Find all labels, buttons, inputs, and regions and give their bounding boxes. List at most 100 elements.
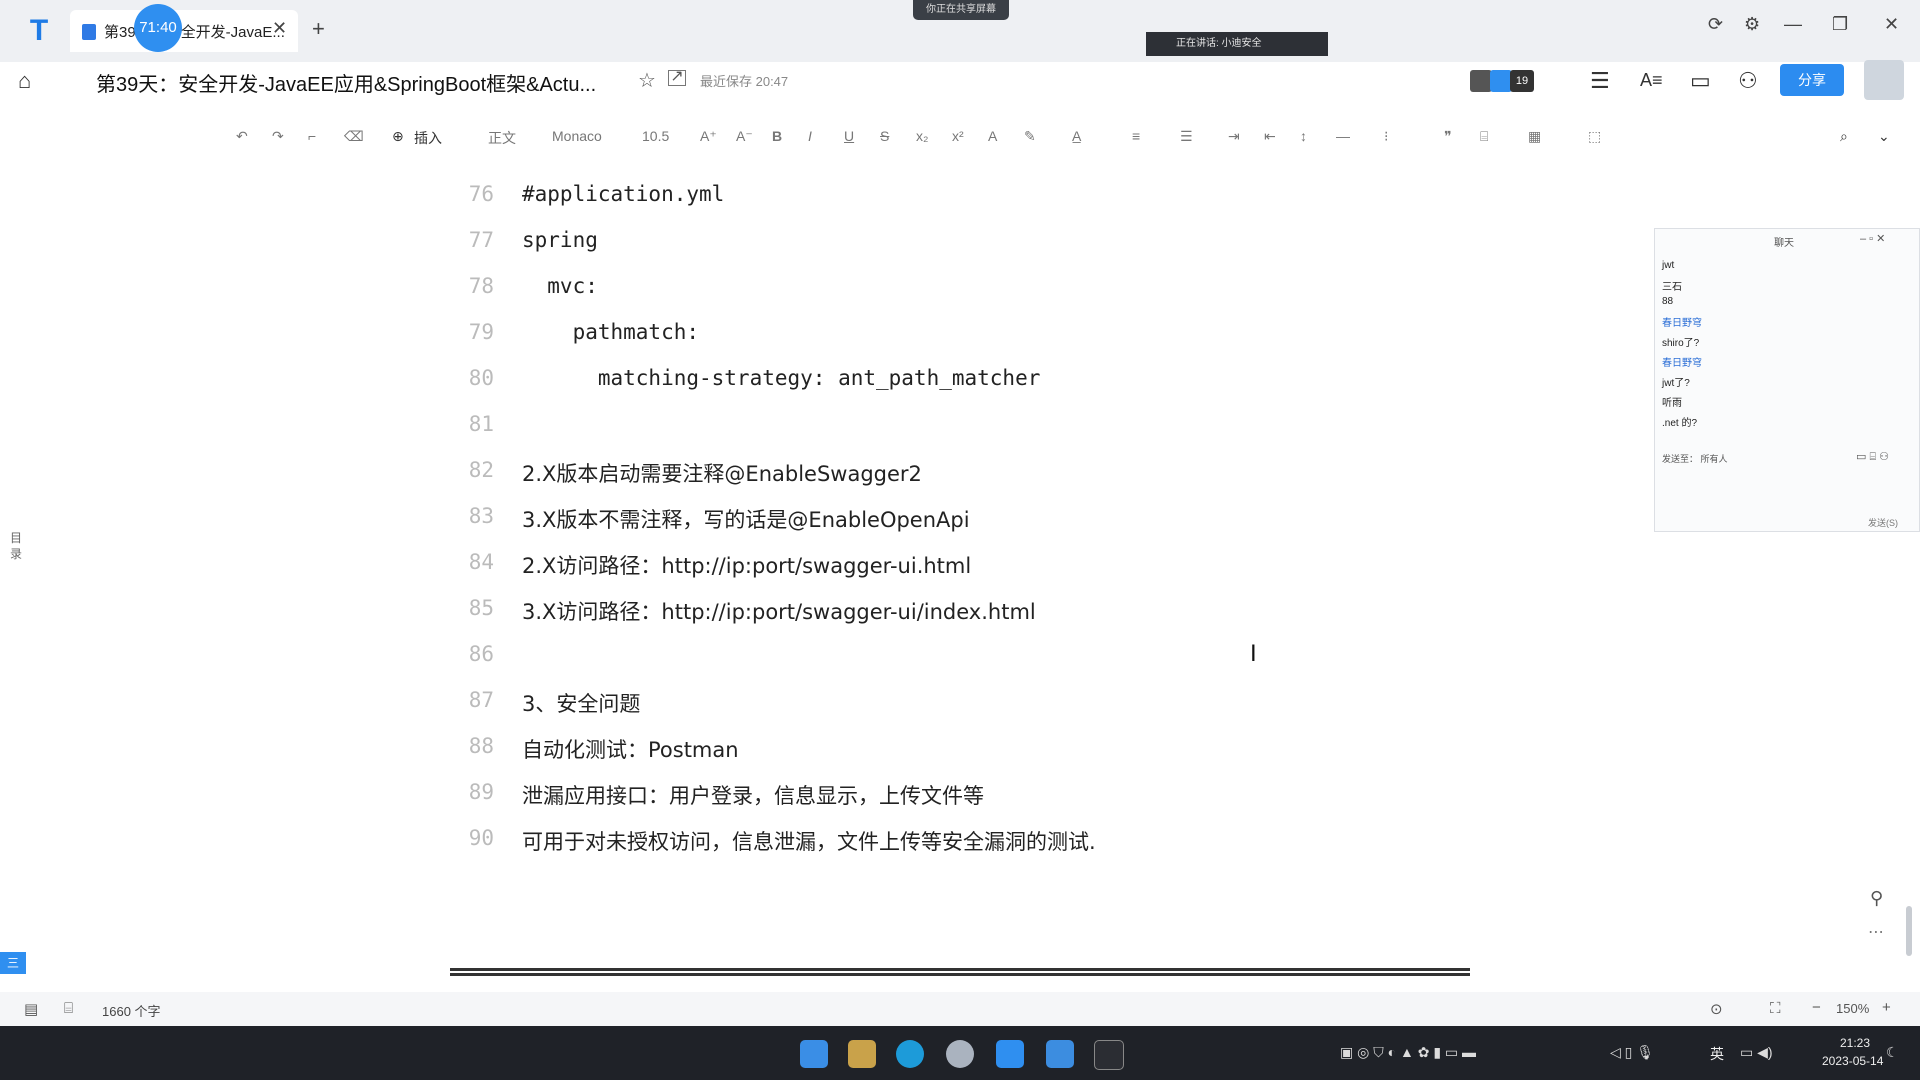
outline-label[interactable]: 目录 (10, 530, 26, 562)
word-count[interactable]: 1660 个字 (102, 1001, 161, 1020)
redo-icon[interactable]: ↷ (272, 128, 284, 145)
editor-line[interactable]: 3、安全问题 (522, 688, 640, 718)
outline-toggle-button[interactable]: 三 (0, 952, 26, 974)
star-icon[interactable]: ☆ (638, 68, 656, 93)
layout-icon[interactable]: ⌸ (64, 1000, 73, 1017)
location-icon[interactable]: ⊙ (1710, 1000, 1723, 1018)
format-painter-icon[interactable]: ⌐ (308, 128, 316, 144)
insert-button[interactable]: 插入 (414, 128, 442, 148)
editor-line[interactable]: pathmatch: (522, 320, 699, 344)
home-icon[interactable]: ⌂ (18, 68, 31, 94)
editor-line[interactable]: 泄漏应用接口：用户登录，信息显示，上传文件等 (522, 780, 984, 810)
collaborators[interactable]: 19 (1470, 68, 1536, 96)
recording-timer-badge[interactable]: 71:40 (134, 4, 182, 52)
line-spacing-icon[interactable]: ↕ (1300, 128, 1307, 144)
paragraph-style-select[interactable]: 正文 (488, 128, 516, 148)
new-tab-icon[interactable]: + (312, 16, 325, 42)
chat-window-controls[interactable]: – ▫ ✕ (1860, 232, 1885, 245)
move-folder-icon[interactable]: ↗ (668, 69, 686, 86)
highlight-icon[interactable]: ✎ (1024, 128, 1036, 145)
clock-time[interactable]: 21:23 (1840, 1036, 1870, 1050)
editor-line[interactable]: mvc: (522, 274, 598, 298)
maximize-button[interactable]: ❐ (1832, 14, 1848, 35)
decrease-font-icon[interactable]: A⁻ (736, 128, 753, 145)
sync-icon[interactable]: ⟳ (1708, 14, 1723, 35)
code-block-icon[interactable]: ⌸ (1480, 128, 1488, 145)
document-title[interactable]: 第39天：安全开发-JavaEE应用&SpringBoot框架&Actu... (96, 68, 596, 97)
meeting-app-icon[interactable] (1046, 1040, 1074, 1068)
text-color-icon[interactable]: A (988, 128, 997, 144)
superscript-icon[interactable]: x² (952, 128, 964, 144)
start-icon[interactable] (800, 1040, 828, 1068)
scrollbar[interactable] (1906, 906, 1912, 956)
zoom-level[interactable]: 150% (1836, 1001, 1869, 1016)
align-icon[interactable]: ≡ (1132, 128, 1140, 144)
increase-font-icon[interactable]: A⁺ (700, 128, 717, 145)
outdent-icon[interactable]: ⇤ (1264, 128, 1276, 145)
shirt-icon[interactable]: ⚲ (1870, 888, 1883, 909)
page-view-icon[interactable]: ▤ (24, 1000, 38, 1018)
editor-line[interactable]: 2.X访问路径：http://ip:port/swagger-ui.html (522, 550, 971, 580)
strikethrough-icon[interactable]: S (880, 128, 889, 144)
ordered-list-icon[interactable]: ⁝ (1384, 128, 1388, 145)
settings-icon[interactable]: ⚙ (1744, 14, 1760, 35)
font-family-select[interactable]: Monaco (552, 128, 602, 144)
edge-icon[interactable] (896, 1040, 924, 1068)
zoom-out-icon[interactable]: − (1812, 999, 1821, 1016)
browser-icon[interactable] (946, 1040, 974, 1068)
input-method-indicator[interactable]: 英 (1710, 1044, 1724, 1064)
more-icon[interactable]: ⋯ (1868, 922, 1884, 942)
undo-icon[interactable]: ↶ (236, 128, 248, 145)
zoom-in-icon[interactable]: + (1882, 999, 1891, 1016)
editor-line[interactable]: spring (522, 228, 598, 252)
more-tools-icon[interactable]: ⬚ (1588, 128, 1601, 145)
eraser-icon[interactable]: ⌫ (344, 128, 364, 145)
network-volume-icons[interactable]: ▭ ◀) (1740, 1044, 1773, 1061)
menu-icon[interactable]: ☰ (1590, 68, 1610, 94)
indent-icon[interactable]: ⇥ (1228, 128, 1240, 145)
avatar[interactable] (1864, 60, 1904, 100)
clock-date[interactable]: 2023-05-14 (1822, 1054, 1883, 1068)
tray-overflow-icons[interactable]: ◁ ▯ 🎙 (1610, 1044, 1654, 1061)
editor-line[interactable]: 3.X访问路径：http://ip:port/swagger-ui/index.… (522, 596, 1036, 626)
quote-icon[interactable]: ❞ (1444, 128, 1452, 145)
close-window-button[interactable]: ✕ (1884, 14, 1899, 35)
editor-line[interactable]: matching-strategy: ant_path_matcher (522, 366, 1041, 390)
font-size-icon[interactable]: A≡ (1640, 70, 1663, 91)
font-size-select[interactable]: 10.5 (642, 128, 669, 144)
bold-icon[interactable]: B (772, 128, 782, 144)
editor-line[interactable]: 可用于对未授权访问，信息泄漏，文件上传等安全漏洞的测试. (522, 826, 1096, 856)
present-icon[interactable]: ▭ (1690, 68, 1711, 94)
ide-icon[interactable] (1094, 1040, 1124, 1070)
tab-title[interactable]: 第39天：安全开发-JavaE... (104, 21, 285, 42)
collaborate-icon[interactable]: ⚇ (1738, 68, 1758, 94)
text-color-icon-2[interactable]: A̲ (1072, 128, 1081, 144)
tray-app-icons[interactable]: ▣ ◎ ⛉ ◐ ▲ ✿ ▮ ▭ ▬ (1340, 1044, 1476, 1061)
file-explorer-icon[interactable] (848, 1040, 876, 1068)
underline-icon[interactable]: U (844, 128, 854, 144)
chevron-down-icon[interactable]: ⌄ (1878, 128, 1890, 145)
search-icon[interactable]: ⌕ (1840, 128, 1848, 145)
chat-panel[interactable] (1654, 228, 1920, 532)
divider-icon[interactable]: — (1336, 128, 1350, 144)
table-icon[interactable]: ▦ (1528, 128, 1541, 145)
editor-line[interactable]: 自动化测试：Postman (522, 734, 739, 764)
chat-send-button[interactable]: 发送(S) (1868, 516, 1898, 529)
list-icon[interactable]: ☰ (1180, 128, 1193, 145)
italic-icon[interactable]: I (808, 128, 812, 144)
editor-line[interactable]: 2.X版本启动需要注释@EnableSwagger2 (522, 458, 922, 488)
app-logo-icon[interactable]: T (22, 14, 56, 48)
editor-line[interactable]: 3.X版本不需注释，写的话是@EnableOpenApi (522, 504, 970, 534)
minimize-button[interactable]: — (1784, 14, 1802, 35)
tab-close-icon[interactable]: ✕ (272, 18, 287, 39)
line-number: 78 (468, 274, 494, 298)
chat-tools-icons[interactable]: ▭ ⌸ ⚇ (1856, 450, 1889, 464)
subscript-icon[interactable]: x₂ (916, 128, 928, 144)
insert-icon[interactable]: ⊕ (392, 128, 404, 145)
share-button[interactable]: 分享 (1780, 64, 1844, 96)
fullscreen-icon[interactable]: ⛶ (1770, 1000, 1781, 1017)
notification-icon[interactable]: ☾ (1886, 1044, 1899, 1061)
docs-app-icon[interactable] (996, 1040, 1024, 1068)
editor-line[interactable]: #application.yml (522, 182, 724, 206)
chat-recipient-select[interactable]: 发送至： 所有人 (1662, 452, 1728, 465)
